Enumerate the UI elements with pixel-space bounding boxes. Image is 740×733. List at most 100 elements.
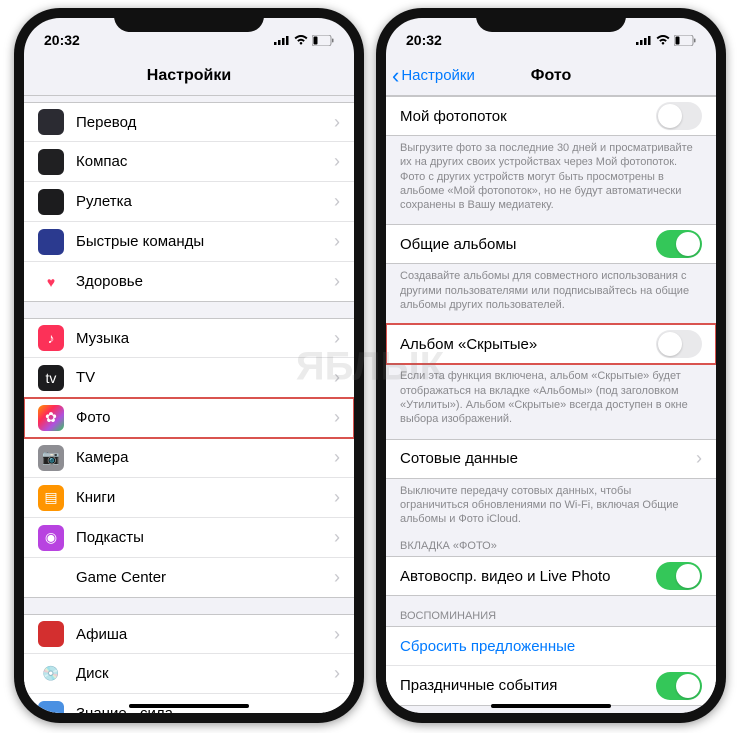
chevron-right-icon: › xyxy=(334,407,340,428)
footer-photostream: Выгрузите фото за последние 30 дней и пр… xyxy=(386,136,716,212)
cellular-icon xyxy=(274,35,290,45)
app-icon: ♥ xyxy=(38,269,64,295)
notch xyxy=(114,8,264,32)
wifi-icon xyxy=(656,35,670,45)
settings-row[interactable]: Рулетка› xyxy=(24,182,354,222)
chevron-right-icon: › xyxy=(696,448,702,469)
toggle-photostream[interactable] xyxy=(656,102,702,130)
app-icon xyxy=(38,701,64,714)
chevron-right-icon: › xyxy=(334,527,340,548)
wifi-icon xyxy=(294,35,308,45)
app-icon: ♪ xyxy=(38,325,64,351)
chevron-right-icon: › xyxy=(334,367,340,388)
row-label: Альбом «Скрытые» xyxy=(400,336,656,353)
chevron-right-icon: › xyxy=(334,112,340,133)
chevron-right-icon: › xyxy=(334,271,340,292)
row-label: Общие альбомы xyxy=(400,236,656,253)
app-icon xyxy=(38,621,64,647)
nav-bar: Настройки xyxy=(24,56,354,96)
app-icon: 📷 xyxy=(38,445,64,471)
header-photo-tab: ВКЛАДКА «ФОТО» xyxy=(386,526,716,556)
settings-row[interactable]: tv TV› xyxy=(24,358,354,398)
status-indicators xyxy=(636,35,696,46)
row-label: Автовоспр. видео и Live Photo xyxy=(400,568,656,585)
row-reset-suggested[interactable]: Сбросить предложенные xyxy=(386,626,716,666)
settings-row[interactable]: ●●Game Center› xyxy=(24,558,354,598)
toggle-shared-albums[interactable] xyxy=(656,230,702,258)
phone-left: 20:32 Настройки Перевод›Компас›Рулетка›Б… xyxy=(14,8,364,723)
settings-row[interactable]: ♥ Здоровье› xyxy=(24,262,354,302)
app-icon: ●● xyxy=(38,565,64,591)
row-label: Подкасты xyxy=(76,529,334,546)
settings-row[interactable]: ♪ Музыка› xyxy=(24,318,354,358)
settings-list[interactable]: Перевод›Компас›Рулетка›Быстрые команды›♥… xyxy=(24,96,354,713)
row-label: Фото xyxy=(76,409,334,426)
header-memories: ВОСПОМИНАНИЯ xyxy=(386,596,716,626)
row-hidden-album[interactable]: Альбом «Скрытые» xyxy=(386,324,716,364)
app-icon xyxy=(38,109,64,135)
chevron-left-icon: ‹ xyxy=(392,65,399,87)
footer-hidden: Если эта функция включена, альбом «Скрыт… xyxy=(386,364,716,426)
row-label: Перевод xyxy=(76,114,334,131)
phone-right: 20:32 ‹ Настройки Фото Мой фотопоток Выг… xyxy=(376,8,726,723)
row-label: Праздничные события xyxy=(400,677,656,694)
app-icon xyxy=(38,149,64,175)
settings-row[interactable]: ◉ Подкасты› xyxy=(24,518,354,558)
row-label: Сбросить предложенные xyxy=(400,638,702,655)
row-photostream[interactable]: Мой фотопоток xyxy=(386,96,716,136)
status-time: 20:32 xyxy=(406,32,442,48)
home-indicator[interactable] xyxy=(491,704,611,708)
app-icon: ◉ xyxy=(38,525,64,551)
row-label: Сотовые данные xyxy=(400,450,696,467)
nav-bar: ‹ Настройки Фото xyxy=(386,56,716,96)
chevron-right-icon: › xyxy=(334,151,340,172)
row-holiday[interactable]: Праздничные события xyxy=(386,666,716,706)
settings-row[interactable]: ▤Книги› xyxy=(24,478,354,518)
app-icon xyxy=(38,189,64,215)
row-shared-albums[interactable]: Общие альбомы xyxy=(386,224,716,264)
app-icon: ✿ xyxy=(38,405,64,431)
toggle-hidden-album[interactable] xyxy=(656,330,702,358)
row-label: Книги xyxy=(76,489,334,506)
row-label: Камера xyxy=(76,449,334,466)
settings-row[interactable]: Быстрые команды› xyxy=(24,222,354,262)
row-label: Афиша xyxy=(76,626,334,643)
home-indicator[interactable] xyxy=(129,704,249,708)
back-button[interactable]: ‹ Настройки xyxy=(392,65,475,87)
chevron-right-icon: › xyxy=(334,447,340,468)
chevron-right-icon: › xyxy=(334,663,340,684)
settings-row[interactable]: Афиша› xyxy=(24,614,354,654)
row-label: Мой фотопоток xyxy=(400,108,656,125)
settings-row[interactable]: Перевод› xyxy=(24,102,354,142)
status-time: 20:32 xyxy=(44,32,80,48)
row-label: Рулетка xyxy=(76,193,334,210)
settings-row[interactable]: 💿 Диск› xyxy=(24,654,354,694)
status-indicators xyxy=(274,35,334,46)
footer-cellular: Выключите передачу сотовых данных, чтобы… xyxy=(386,479,716,527)
battery-icon xyxy=(312,35,334,46)
cellular-icon xyxy=(636,35,652,45)
settings-row[interactable]: 📷 Камера› xyxy=(24,438,354,478)
notch xyxy=(476,8,626,32)
row-label: TV xyxy=(76,369,334,386)
chevron-right-icon: › xyxy=(334,703,340,713)
footer-shared: Создавайте альбомы для совместного испол… xyxy=(386,264,716,312)
photo-settings[interactable]: Мой фотопоток Выгрузите фото за последни… xyxy=(386,96,716,713)
row-cellular[interactable]: Сотовые данные › xyxy=(386,439,716,479)
row-label: Быстрые команды xyxy=(76,233,334,250)
toggle-autoplay[interactable] xyxy=(656,562,702,590)
settings-row[interactable]: Компас› xyxy=(24,142,354,182)
app-icon: tv xyxy=(38,365,64,391)
row-label: Диск xyxy=(76,665,334,682)
row-label: Здоровье xyxy=(76,273,334,290)
toggle-holiday[interactable] xyxy=(656,672,702,700)
row-autoplay[interactable]: Автовоспр. видео и Live Photo xyxy=(386,556,716,596)
chevron-right-icon: › xyxy=(334,191,340,212)
settings-row[interactable]: ✿ Фото› xyxy=(24,398,354,438)
row-label: Музыка xyxy=(76,330,334,347)
back-label: Настройки xyxy=(401,67,475,84)
page-title: Фото xyxy=(531,67,571,85)
app-icon: 💿 xyxy=(38,661,64,687)
chevron-right-icon: › xyxy=(334,328,340,349)
battery-icon xyxy=(674,35,696,46)
